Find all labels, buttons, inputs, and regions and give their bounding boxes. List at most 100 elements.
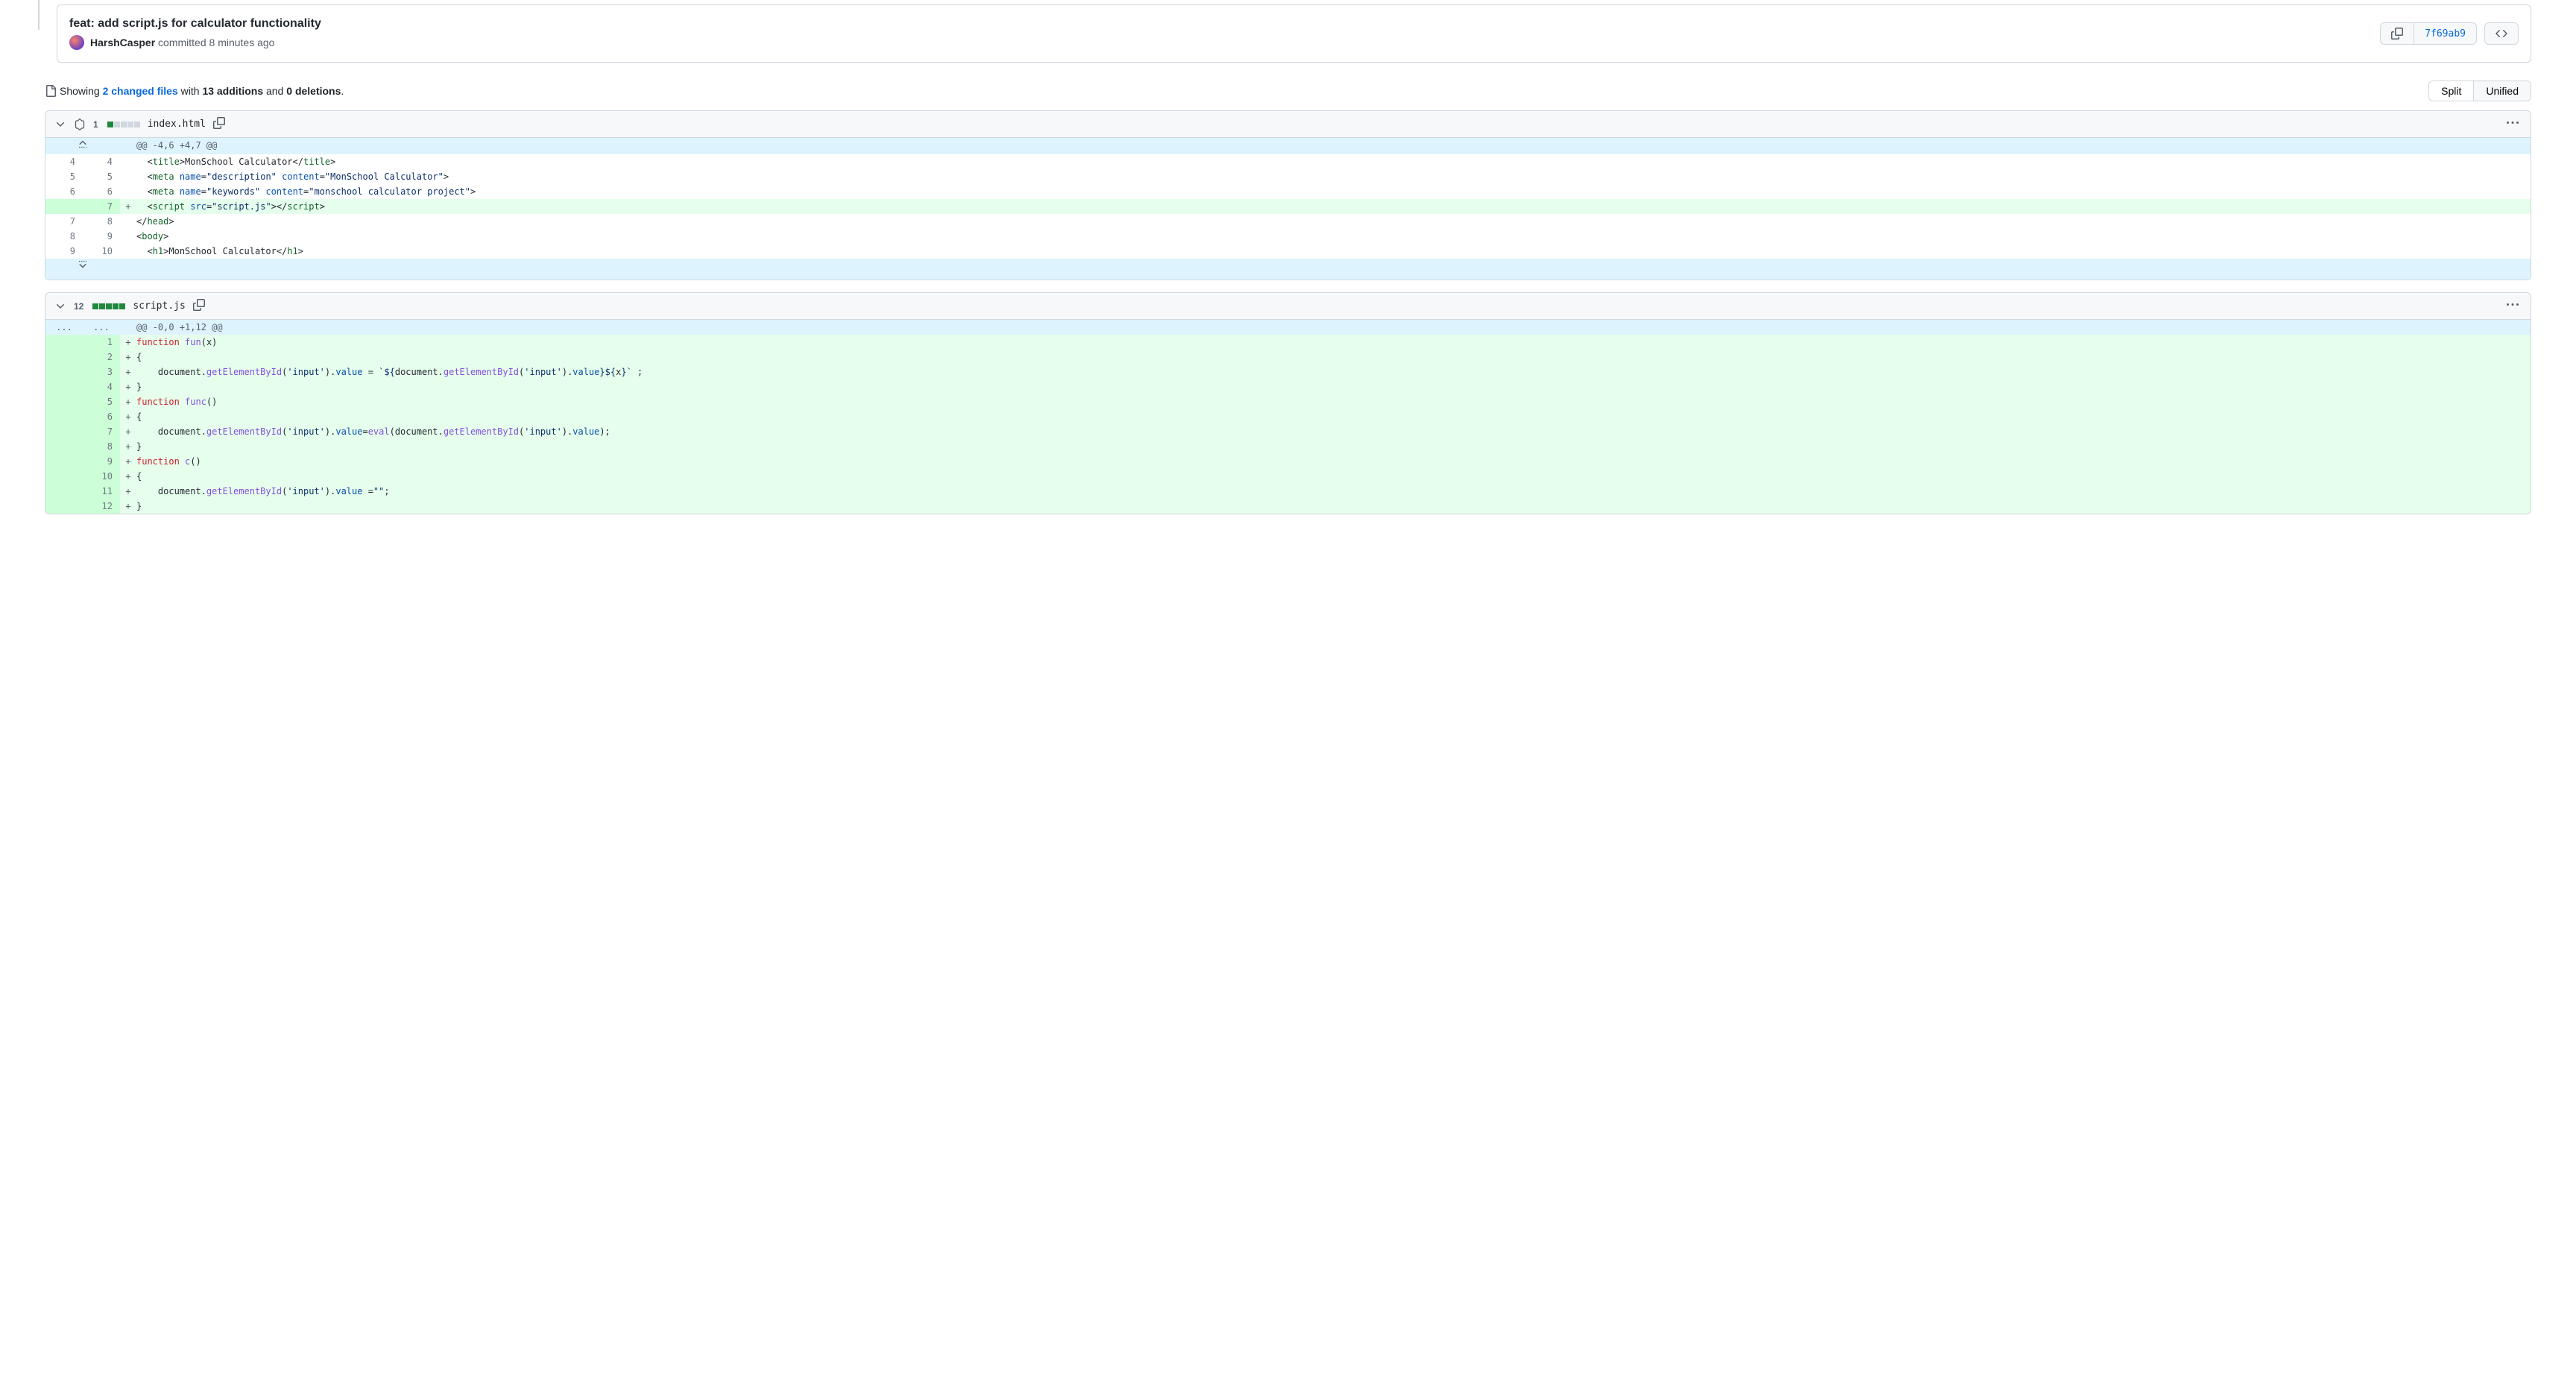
line-number-old[interactable]	[45, 484, 83, 499]
commit-sha-link[interactable]: 7f69ab9	[2414, 22, 2477, 45]
line-number-new[interactable]: 4	[83, 379, 120, 394]
file-menu-button[interactable]	[2504, 116, 2522, 134]
summary-suffix: .	[341, 85, 344, 97]
split-view-button[interactable]: Split	[2429, 81, 2474, 101]
diff-line-addition: 7+ <script src="script.js"></script>	[45, 199, 2531, 214]
code-line: }	[136, 499, 2531, 514]
diff-line-context: 910 <h1>MonSchool Calculator</h1>	[45, 244, 2531, 259]
line-marker: +	[120, 469, 136, 484]
line-number-new[interactable]: 3	[83, 365, 120, 379]
code-line: function func()	[136, 394, 2531, 409]
line-number-new[interactable]: 5	[83, 169, 120, 184]
code-line: {	[136, 350, 2531, 365]
line-number-new[interactable]: 10	[83, 244, 120, 259]
diff-table: @@ -4,6 +4,7 @@44 <title>MonSchool Calcu…	[45, 138, 2531, 280]
line-number-new[interactable]: 6	[83, 184, 120, 199]
hunk-expand-down[interactable]	[45, 259, 120, 280]
line-number-new[interactable]: 8	[83, 439, 120, 454]
line-number-new[interactable]: 6	[83, 409, 120, 424]
line-number-old[interactable]: 8	[45, 229, 83, 244]
summary-with: with	[181, 85, 200, 97]
file-diff-icon	[45, 85, 57, 97]
line-number-old[interactable]: 4	[45, 154, 83, 169]
line-number-new[interactable]: 7	[83, 424, 120, 439]
line-number-old[interactable]	[45, 439, 83, 454]
line-number-new[interactable]: 1	[83, 335, 120, 350]
diff-line-context: 44 <title>MonSchool Calculator</title>	[45, 154, 2531, 169]
expand-down-row	[45, 259, 2531, 280]
line-marker: +	[120, 424, 136, 439]
line-marker: +	[120, 439, 136, 454]
line-number-new[interactable]: 8	[83, 214, 120, 229]
hunk-expand-old[interactable]: ...	[45, 320, 83, 335]
commit-author[interactable]: HarshCasper	[90, 37, 155, 48]
diff-line-addition: 4+}	[45, 379, 2531, 394]
file-block: 1index.html@@ -4,6 +4,7 @@44 <title>MonS…	[45, 110, 2531, 280]
code-icon	[2496, 28, 2507, 40]
line-marker: +	[120, 335, 136, 350]
commit-header: feat: add script.js for calculator funct…	[57, 4, 2531, 63]
copy-path-button[interactable]	[193, 299, 205, 313]
line-number-old[interactable]: 6	[45, 184, 83, 199]
line-number-new[interactable]: 9	[83, 454, 120, 469]
line-number-old[interactable]	[45, 199, 83, 214]
line-marker: +	[120, 199, 136, 214]
line-number-new[interactable]: 5	[83, 394, 120, 409]
copy-sha-button[interactable]	[2380, 22, 2414, 45]
file-name[interactable]: index.html	[148, 119, 206, 130]
line-marker: +	[120, 365, 136, 379]
changed-files-link[interactable]: 2 changed files	[103, 85, 178, 97]
line-number-new[interactable]: 10	[83, 469, 120, 484]
line-number-new[interactable]: 12	[83, 499, 120, 514]
line-number-old[interactable]	[45, 499, 83, 514]
line-marker	[120, 154, 136, 169]
line-number-old[interactable]	[45, 469, 83, 484]
code-line: document.getElementById('input').value=e…	[136, 424, 2531, 439]
diff-stat-bars	[92, 303, 125, 309]
collapse-chevron-icon[interactable]	[54, 119, 66, 130]
diff-line-addition: 7+ document.getElementById('input').valu…	[45, 424, 2531, 439]
code-line: document.getElementById('input').value =…	[136, 365, 2531, 379]
kebab-icon	[2507, 117, 2519, 129]
line-number-old[interactable]	[45, 424, 83, 439]
line-number-old[interactable]	[45, 394, 83, 409]
diff-table: ......@@ -0,0 +1,12 @@1+function fun(x)2…	[45, 320, 2531, 514]
expand-all-icon[interactable]	[74, 119, 86, 130]
file-change-count: 12	[74, 301, 83, 312]
code-line: {	[136, 469, 2531, 484]
line-number-old[interactable]	[45, 454, 83, 469]
line-number-old[interactable]	[45, 409, 83, 424]
file-menu-button[interactable]	[2504, 298, 2522, 316]
line-number-new[interactable]: 7	[83, 199, 120, 214]
diff-summary-row: Showing 2 changed files with 13 addition…	[45, 81, 2531, 101]
avatar[interactable]	[69, 35, 84, 50]
unified-view-button[interactable]: Unified	[2474, 81, 2531, 101]
browse-files-button[interactable]	[2484, 22, 2519, 45]
line-number-old[interactable]: 5	[45, 169, 83, 184]
code-line: <meta name="keywords" content="monschool…	[136, 184, 2531, 199]
diff-line-context: 78</head>	[45, 214, 2531, 229]
line-number-old[interactable]	[45, 335, 83, 350]
commit-action: committed	[158, 37, 206, 48]
line-number-old[interactable]	[45, 379, 83, 394]
line-number-new[interactable]: 9	[83, 229, 120, 244]
expand-up-icon	[77, 138, 89, 150]
line-number-old[interactable]	[45, 350, 83, 365]
line-number-new[interactable]: 4	[83, 154, 120, 169]
summary-and: and	[266, 85, 283, 97]
line-number-old[interactable]: 7	[45, 214, 83, 229]
hunk-expand-up[interactable]	[45, 138, 120, 154]
line-number-old[interactable]	[45, 365, 83, 379]
line-marker	[120, 184, 136, 199]
sha-button-group: 7f69ab9	[2380, 22, 2477, 45]
copy-path-button[interactable]	[213, 117, 225, 131]
line-marker	[120, 214, 136, 229]
hunk-expand-new[interactable]: ...	[83, 320, 120, 335]
code-line: }	[136, 439, 2531, 454]
file-name[interactable]: script.js	[133, 300, 185, 312]
line-number-old[interactable]: 9	[45, 244, 83, 259]
line-marker: +	[120, 379, 136, 394]
line-number-new[interactable]: 2	[83, 350, 120, 365]
line-number-new[interactable]: 11	[83, 484, 120, 499]
collapse-chevron-icon[interactable]	[54, 300, 66, 312]
